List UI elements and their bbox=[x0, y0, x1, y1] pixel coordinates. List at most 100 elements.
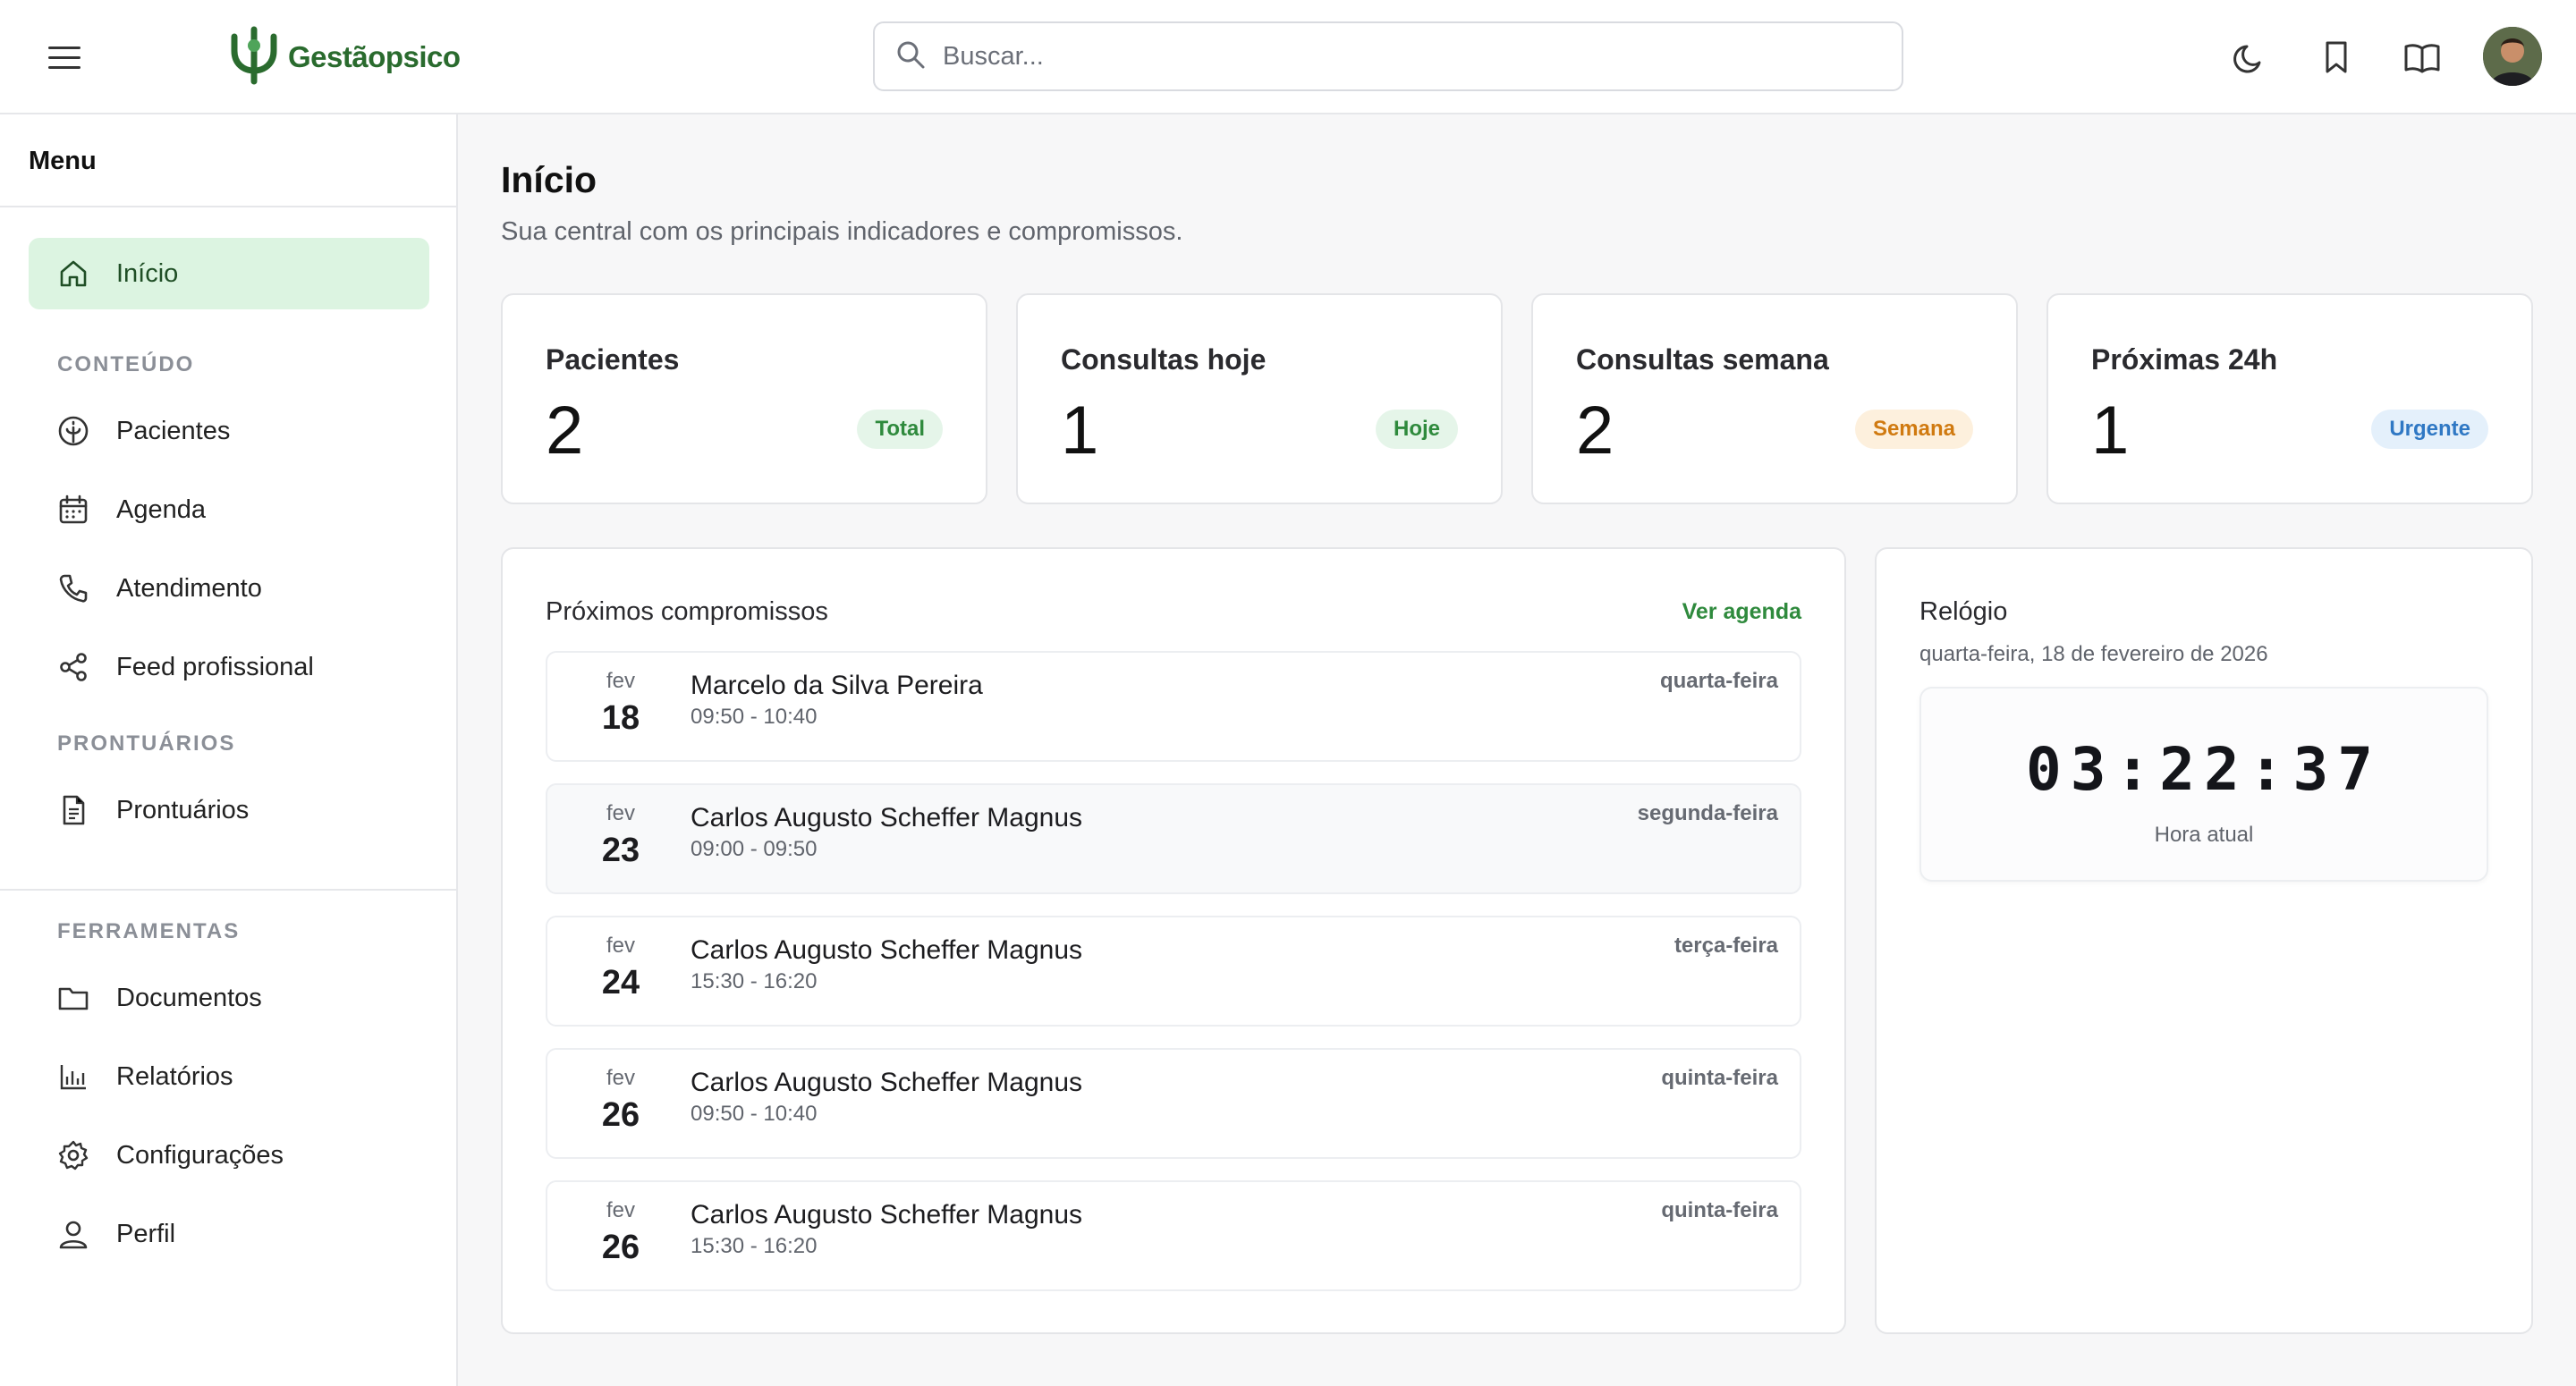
sidebar-item-prontuarios[interactable]: Prontuários bbox=[29, 774, 429, 846]
sidebar-item-label: Feed profissional bbox=[116, 652, 314, 681]
status-badge: Total bbox=[857, 410, 943, 449]
sidebar-item-label: Pacientes bbox=[116, 416, 231, 445]
psi-logo-icon bbox=[225, 24, 283, 91]
logo[interactable]: Gestãopsico bbox=[225, 23, 461, 91]
sidebar-item-label: Relatórios bbox=[116, 1061, 233, 1091]
appt-day: 23 bbox=[601, 832, 640, 869]
sidebar-item-relatorios[interactable]: Relatórios bbox=[29, 1041, 429, 1112]
moon-icon[interactable] bbox=[2229, 36, 2272, 79]
appt-month: fev bbox=[606, 934, 635, 958]
list-item[interactable]: fev 26 Carlos Augusto Scheffer Magnus 09… bbox=[546, 1048, 1801, 1159]
appt-time: 15:30 - 16:20 bbox=[691, 969, 818, 993]
search-input[interactable] bbox=[943, 41, 1837, 72]
sidebar-item-perfil[interactable]: Perfil bbox=[29, 1198, 429, 1270]
user-icon bbox=[57, 1218, 89, 1250]
sidebar-item-label: Agenda bbox=[116, 494, 206, 524]
section-label-ferramentas: FERRAMENTAS bbox=[57, 919, 241, 943]
appt-weekday: quinta-feira bbox=[1661, 1066, 1778, 1090]
bookmark-icon[interactable] bbox=[2315, 36, 2358, 79]
status-badge: Hoje bbox=[1375, 410, 1458, 449]
appt-month: fev bbox=[606, 1198, 635, 1222]
stat-label: Consultas hoje bbox=[1061, 343, 1267, 376]
appt-weekday: quarta-feira bbox=[1659, 669, 1778, 693]
appt-time: 09:50 - 10:40 bbox=[691, 1102, 818, 1126]
sidebar-title: Menu bbox=[29, 147, 97, 175]
calendar-icon bbox=[57, 494, 89, 526]
appt-day: 26 bbox=[601, 1096, 640, 1134]
appt-time: 09:50 - 10:40 bbox=[691, 705, 818, 729]
folder-icon bbox=[57, 982, 89, 1014]
search-icon bbox=[894, 38, 927, 75]
appt-weekday: segunda-feira bbox=[1637, 801, 1778, 825]
panel-title: Próximos compromissos bbox=[546, 597, 828, 626]
list-item[interactable]: fev 23 Carlos Augusto Scheffer Magnus 09… bbox=[546, 783, 1801, 894]
appt-patient: Carlos Augusto Scheffer Magnus bbox=[691, 1068, 1083, 1097]
sidebar-item-agenda[interactable]: Agenda bbox=[29, 474, 429, 545]
stat-value: 1 bbox=[1061, 393, 1099, 469]
logo-text: Gestãopsico bbox=[288, 40, 461, 73]
clock-caption: Hora atual bbox=[2154, 823, 2254, 847]
page-subtitle: Sua central com os principais indicadore… bbox=[501, 217, 1183, 246]
clock-display: 03:22:37 Hora atual bbox=[1919, 687, 2488, 882]
appointments-panel: Próximos compromissos Ver agenda fev 18 … bbox=[501, 547, 1846, 1334]
sidebar-item-label: Início bbox=[116, 258, 179, 288]
appt-day: 24 bbox=[601, 964, 640, 1001]
sidebar-item-inicio[interactable]: Início bbox=[29, 238, 429, 309]
menu-icon[interactable] bbox=[43, 36, 88, 80]
patients-icon bbox=[57, 415, 89, 447]
sidebar-item-atendimento[interactable]: Atendimento bbox=[29, 553, 429, 624]
stat-value: 1 bbox=[2091, 393, 2130, 469]
list-item[interactable]: fev 26 Carlos Augusto Scheffer Magnus 15… bbox=[546, 1180, 1801, 1291]
appt-patient: Marcelo da Silva Pereira bbox=[691, 671, 983, 700]
sidebar-item-label: Prontuários bbox=[116, 795, 250, 824]
divider bbox=[0, 889, 456, 891]
stat-label: Próximas 24h bbox=[2091, 343, 2278, 376]
stat-card-pacientes: Pacientes 2 Total bbox=[501, 293, 987, 504]
list-item[interactable]: fev 24 Carlos Augusto Scheffer Magnus 15… bbox=[546, 916, 1801, 1027]
stat-card-consultas-hoje: Consultas hoje 1 Hoje bbox=[1016, 293, 1503, 504]
home-icon bbox=[57, 258, 89, 290]
sidebar-item-feed[interactable]: Feed profissional bbox=[29, 631, 429, 703]
clock-date: quarta-feira, 18 de fevereiro de 2026 bbox=[1919, 642, 2268, 666]
sidebar-item-pacientes[interactable]: Pacientes bbox=[29, 395, 429, 467]
view-agenda-link[interactable]: Ver agenda bbox=[1682, 599, 1801, 625]
sidebar-item-label: Perfil bbox=[116, 1219, 176, 1248]
list-item[interactable]: fev 18 Marcelo da Silva Pereira 09:50 - … bbox=[546, 651, 1801, 762]
status-badge: Urgente bbox=[2371, 410, 2488, 449]
avatar[interactable] bbox=[2483, 27, 2542, 86]
phone-icon bbox=[57, 572, 89, 604]
appt-time: 09:00 - 09:50 bbox=[691, 837, 818, 861]
appt-month: fev bbox=[606, 801, 635, 825]
book-icon[interactable] bbox=[2401, 36, 2444, 79]
appt-patient: Carlos Augusto Scheffer Magnus bbox=[691, 1200, 1083, 1230]
divider bbox=[0, 206, 456, 207]
appt-weekday: terça-feira bbox=[1674, 934, 1778, 958]
document-icon bbox=[57, 794, 89, 826]
appt-patient: Carlos Augusto Scheffer Magnus bbox=[691, 935, 1083, 965]
status-badge: Semana bbox=[1854, 410, 1973, 449]
appt-month: fev bbox=[606, 1066, 635, 1090]
stat-label: Consultas semana bbox=[1576, 343, 1829, 376]
stat-value: 2 bbox=[1576, 393, 1614, 469]
sidebar-item-configuracoes[interactable]: Configurações bbox=[29, 1120, 429, 1191]
sidebar-item-label: Configurações bbox=[116, 1140, 284, 1170]
sidebar-item-documentos[interactable]: Documentos bbox=[29, 962, 429, 1034]
gear-icon bbox=[57, 1139, 89, 1171]
appt-time: 15:30 - 16:20 bbox=[691, 1234, 818, 1258]
sidebar-item-label: Atendimento bbox=[116, 573, 262, 603]
section-label-conteudo: CONTEÚDO bbox=[57, 352, 195, 376]
stat-value: 2 bbox=[546, 393, 584, 469]
search-bar[interactable] bbox=[873, 21, 1903, 91]
section-label-prontuarios: PRONTUÁRIOS bbox=[57, 731, 236, 756]
appt-weekday: quinta-feira bbox=[1661, 1198, 1778, 1222]
sidebar-item-label: Documentos bbox=[116, 983, 262, 1012]
page-title: Início bbox=[501, 159, 597, 200]
appt-patient: Carlos Augusto Scheffer Magnus bbox=[691, 803, 1083, 832]
clock-time: 03:22:37 bbox=[2026, 735, 2382, 804]
share-icon bbox=[57, 651, 89, 683]
stat-label: Pacientes bbox=[546, 343, 680, 376]
bar-chart-icon bbox=[57, 1061, 89, 1093]
sidebar: Menu Início CONTEÚDO Pacientes Agenda At… bbox=[0, 114, 458, 1386]
stat-card-proximas-24h: Próximas 24h 1 Urgente bbox=[2046, 293, 2533, 504]
top-header: Gestãopsico bbox=[0, 0, 2576, 114]
